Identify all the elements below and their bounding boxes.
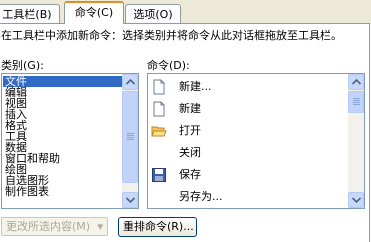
open-folder-icon xyxy=(151,126,167,137)
chevron-up-icon xyxy=(352,79,361,85)
scroll-up-button[interactable] xyxy=(122,74,138,90)
command-item[interactable]: 新建... xyxy=(148,76,348,98)
scroll-up-button[interactable] xyxy=(348,74,364,90)
tab-commands[interactable]: 命令(C) xyxy=(64,1,124,24)
tab-strip: 工具栏(B) 命令(C) 选项(O) xyxy=(0,0,371,24)
command-label: 另存为... xyxy=(179,190,223,203)
categories-scrollbar[interactable] xyxy=(122,74,138,208)
chevron-up-icon xyxy=(126,79,135,85)
scroll-thumb[interactable] xyxy=(122,91,138,183)
command-label: 关闭 xyxy=(179,146,201,159)
modify-selection-button[interactable]: 更改所选内容(M) ▾ xyxy=(1,217,108,236)
command-item[interactable]: 打开 xyxy=(148,120,348,142)
chevron-down-icon xyxy=(352,197,361,203)
modify-selection-label: 更改所选内容(M) xyxy=(6,220,91,233)
command-label: 保存 xyxy=(179,168,201,181)
commands-label: 命令(D): xyxy=(147,59,190,72)
commands-list[interactable]: 新建... 新建 打开 关闭 保存 另存为... xyxy=(147,73,365,209)
command-item[interactable]: 新建 xyxy=(148,98,348,120)
save-disk-icon xyxy=(152,168,166,182)
new-document-icon xyxy=(153,79,165,95)
chevron-down-icon xyxy=(126,197,135,203)
tab-options-label: 选项(O) xyxy=(133,8,173,21)
categories-label: 类别(G): xyxy=(1,59,44,72)
rearrange-commands-label: 重排命令(R)... xyxy=(123,220,194,233)
command-label: 新建 xyxy=(179,102,201,115)
tab-options[interactable]: 选项(O) xyxy=(125,4,181,23)
categories-list[interactable]: 文件 编辑 视图 插入 格式 工具 数据 窗口和帮助 绘图 自选图形 制作图表 xyxy=(1,73,139,209)
description-text: 在工具栏中添加新命令：选择类别并将命令从此对话框拖放至工具栏。 xyxy=(1,29,342,42)
rearrange-commands-button[interactable]: 重排命令(R)... xyxy=(118,217,197,237)
commands-scrollbar[interactable] xyxy=(348,74,364,208)
scroll-down-button[interactable] xyxy=(122,192,138,208)
scroll-thumb[interactable] xyxy=(348,91,364,113)
command-item[interactable]: 另存为... xyxy=(148,186,348,208)
scroll-down-button[interactable] xyxy=(348,192,364,208)
command-item[interactable]: 保存 xyxy=(148,164,348,186)
command-label: 打开 xyxy=(179,124,201,137)
tab-commands-label: 命令(C) xyxy=(74,6,114,19)
dropdown-arrow-icon: ▾ xyxy=(97,220,103,233)
tab-toolbars-label: 工具栏(B) xyxy=(2,8,52,21)
command-item[interactable]: 关闭 xyxy=(148,142,348,164)
new-document-icon xyxy=(153,101,165,117)
command-label: 新建... xyxy=(179,80,212,93)
tab-toolbars[interactable]: 工具栏(B) xyxy=(0,4,60,23)
category-item[interactable]: 制作图表 xyxy=(3,186,123,197)
